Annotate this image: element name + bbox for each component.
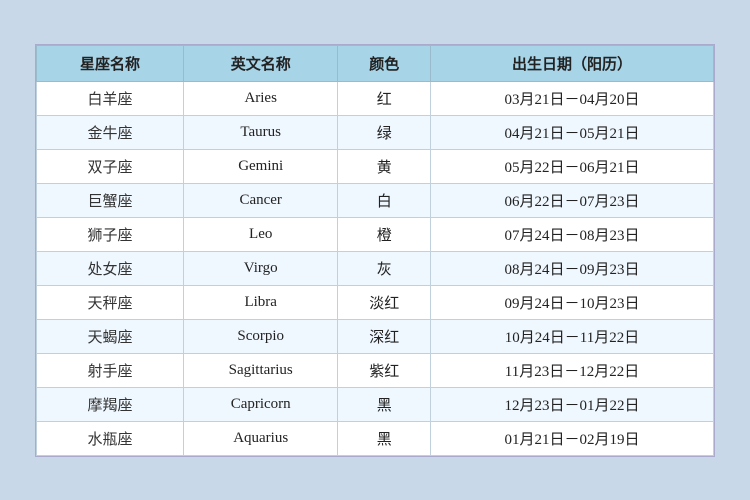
cell-color: 深红 <box>338 319 431 353</box>
cell-english-name: Taurus <box>183 115 337 149</box>
cell-chinese-name: 水瓶座 <box>37 421 184 455</box>
header-chinese-name: 星座名称 <box>37 45 184 81</box>
cell-english-name: Cancer <box>183 183 337 217</box>
cell-chinese-name: 射手座 <box>37 353 184 387</box>
table-row: 白羊座Aries红03月21日－04月20日 <box>37 81 714 115</box>
table-row: 水瓶座Aquarius黑01月21日－02月19日 <box>37 421 714 455</box>
cell-chinese-name: 白羊座 <box>37 81 184 115</box>
cell-dates: 10月24日－11月22日 <box>430 319 713 353</box>
cell-english-name: Gemini <box>183 149 337 183</box>
table-row: 处女座Virgo灰08月24日－09月23日 <box>37 251 714 285</box>
table-row: 摩羯座Capricorn黑12月23日－01月22日 <box>37 387 714 421</box>
header-color: 颜色 <box>338 45 431 81</box>
cell-english-name: Sagittarius <box>183 353 337 387</box>
cell-dates: 12月23日－01月22日 <box>430 387 713 421</box>
cell-chinese-name: 天秤座 <box>37 285 184 319</box>
cell-color: 红 <box>338 81 431 115</box>
cell-english-name: Scorpio <box>183 319 337 353</box>
cell-chinese-name: 金牛座 <box>37 115 184 149</box>
cell-color: 绿 <box>338 115 431 149</box>
cell-color: 黑 <box>338 387 431 421</box>
table-row: 天蝎座Scorpio深红10月24日－11月22日 <box>37 319 714 353</box>
zodiac-table-container: 星座名称 英文名称 颜色 出生日期（阳历） 白羊座Aries红03月21日－04… <box>35 44 715 457</box>
cell-english-name: Capricorn <box>183 387 337 421</box>
cell-chinese-name: 天蝎座 <box>37 319 184 353</box>
cell-dates: 03月21日－04月20日 <box>430 81 713 115</box>
zodiac-table: 星座名称 英文名称 颜色 出生日期（阳历） 白羊座Aries红03月21日－04… <box>36 45 714 456</box>
cell-dates: 04月21日－05月21日 <box>430 115 713 149</box>
cell-dates: 08月24日－09月23日 <box>430 251 713 285</box>
cell-english-name: Aquarius <box>183 421 337 455</box>
table-row: 天秤座Libra淡红09月24日－10月23日 <box>37 285 714 319</box>
table-header-row: 星座名称 英文名称 颜色 出生日期（阳历） <box>37 45 714 81</box>
cell-color: 白 <box>338 183 431 217</box>
cell-color: 紫红 <box>338 353 431 387</box>
cell-chinese-name: 摩羯座 <box>37 387 184 421</box>
table-row: 巨蟹座Cancer白06月22日－07月23日 <box>37 183 714 217</box>
cell-dates: 01月21日－02月19日 <box>430 421 713 455</box>
cell-color: 橙 <box>338 217 431 251</box>
table-row: 射手座Sagittarius紫红11月23日－12月22日 <box>37 353 714 387</box>
cell-chinese-name: 巨蟹座 <box>37 183 184 217</box>
cell-color: 灰 <box>338 251 431 285</box>
cell-chinese-name: 处女座 <box>37 251 184 285</box>
cell-chinese-name: 狮子座 <box>37 217 184 251</box>
cell-english-name: Leo <box>183 217 337 251</box>
cell-english-name: Libra <box>183 285 337 319</box>
cell-dates: 09月24日－10月23日 <box>430 285 713 319</box>
cell-dates: 05月22日－06月21日 <box>430 149 713 183</box>
cell-color: 黑 <box>338 421 431 455</box>
table-row: 双子座Gemini黄05月22日－06月21日 <box>37 149 714 183</box>
table-row: 金牛座Taurus绿04月21日－05月21日 <box>37 115 714 149</box>
cell-dates: 11月23日－12月22日 <box>430 353 713 387</box>
cell-chinese-name: 双子座 <box>37 149 184 183</box>
cell-english-name: Aries <box>183 81 337 115</box>
cell-dates: 06月22日－07月23日 <box>430 183 713 217</box>
cell-color: 黄 <box>338 149 431 183</box>
table-row: 狮子座Leo橙07月24日－08月23日 <box>37 217 714 251</box>
cell-english-name: Virgo <box>183 251 337 285</box>
header-birth-date: 出生日期（阳历） <box>430 45 713 81</box>
header-english-name: 英文名称 <box>183 45 337 81</box>
cell-dates: 07月24日－08月23日 <box>430 217 713 251</box>
cell-color: 淡红 <box>338 285 431 319</box>
